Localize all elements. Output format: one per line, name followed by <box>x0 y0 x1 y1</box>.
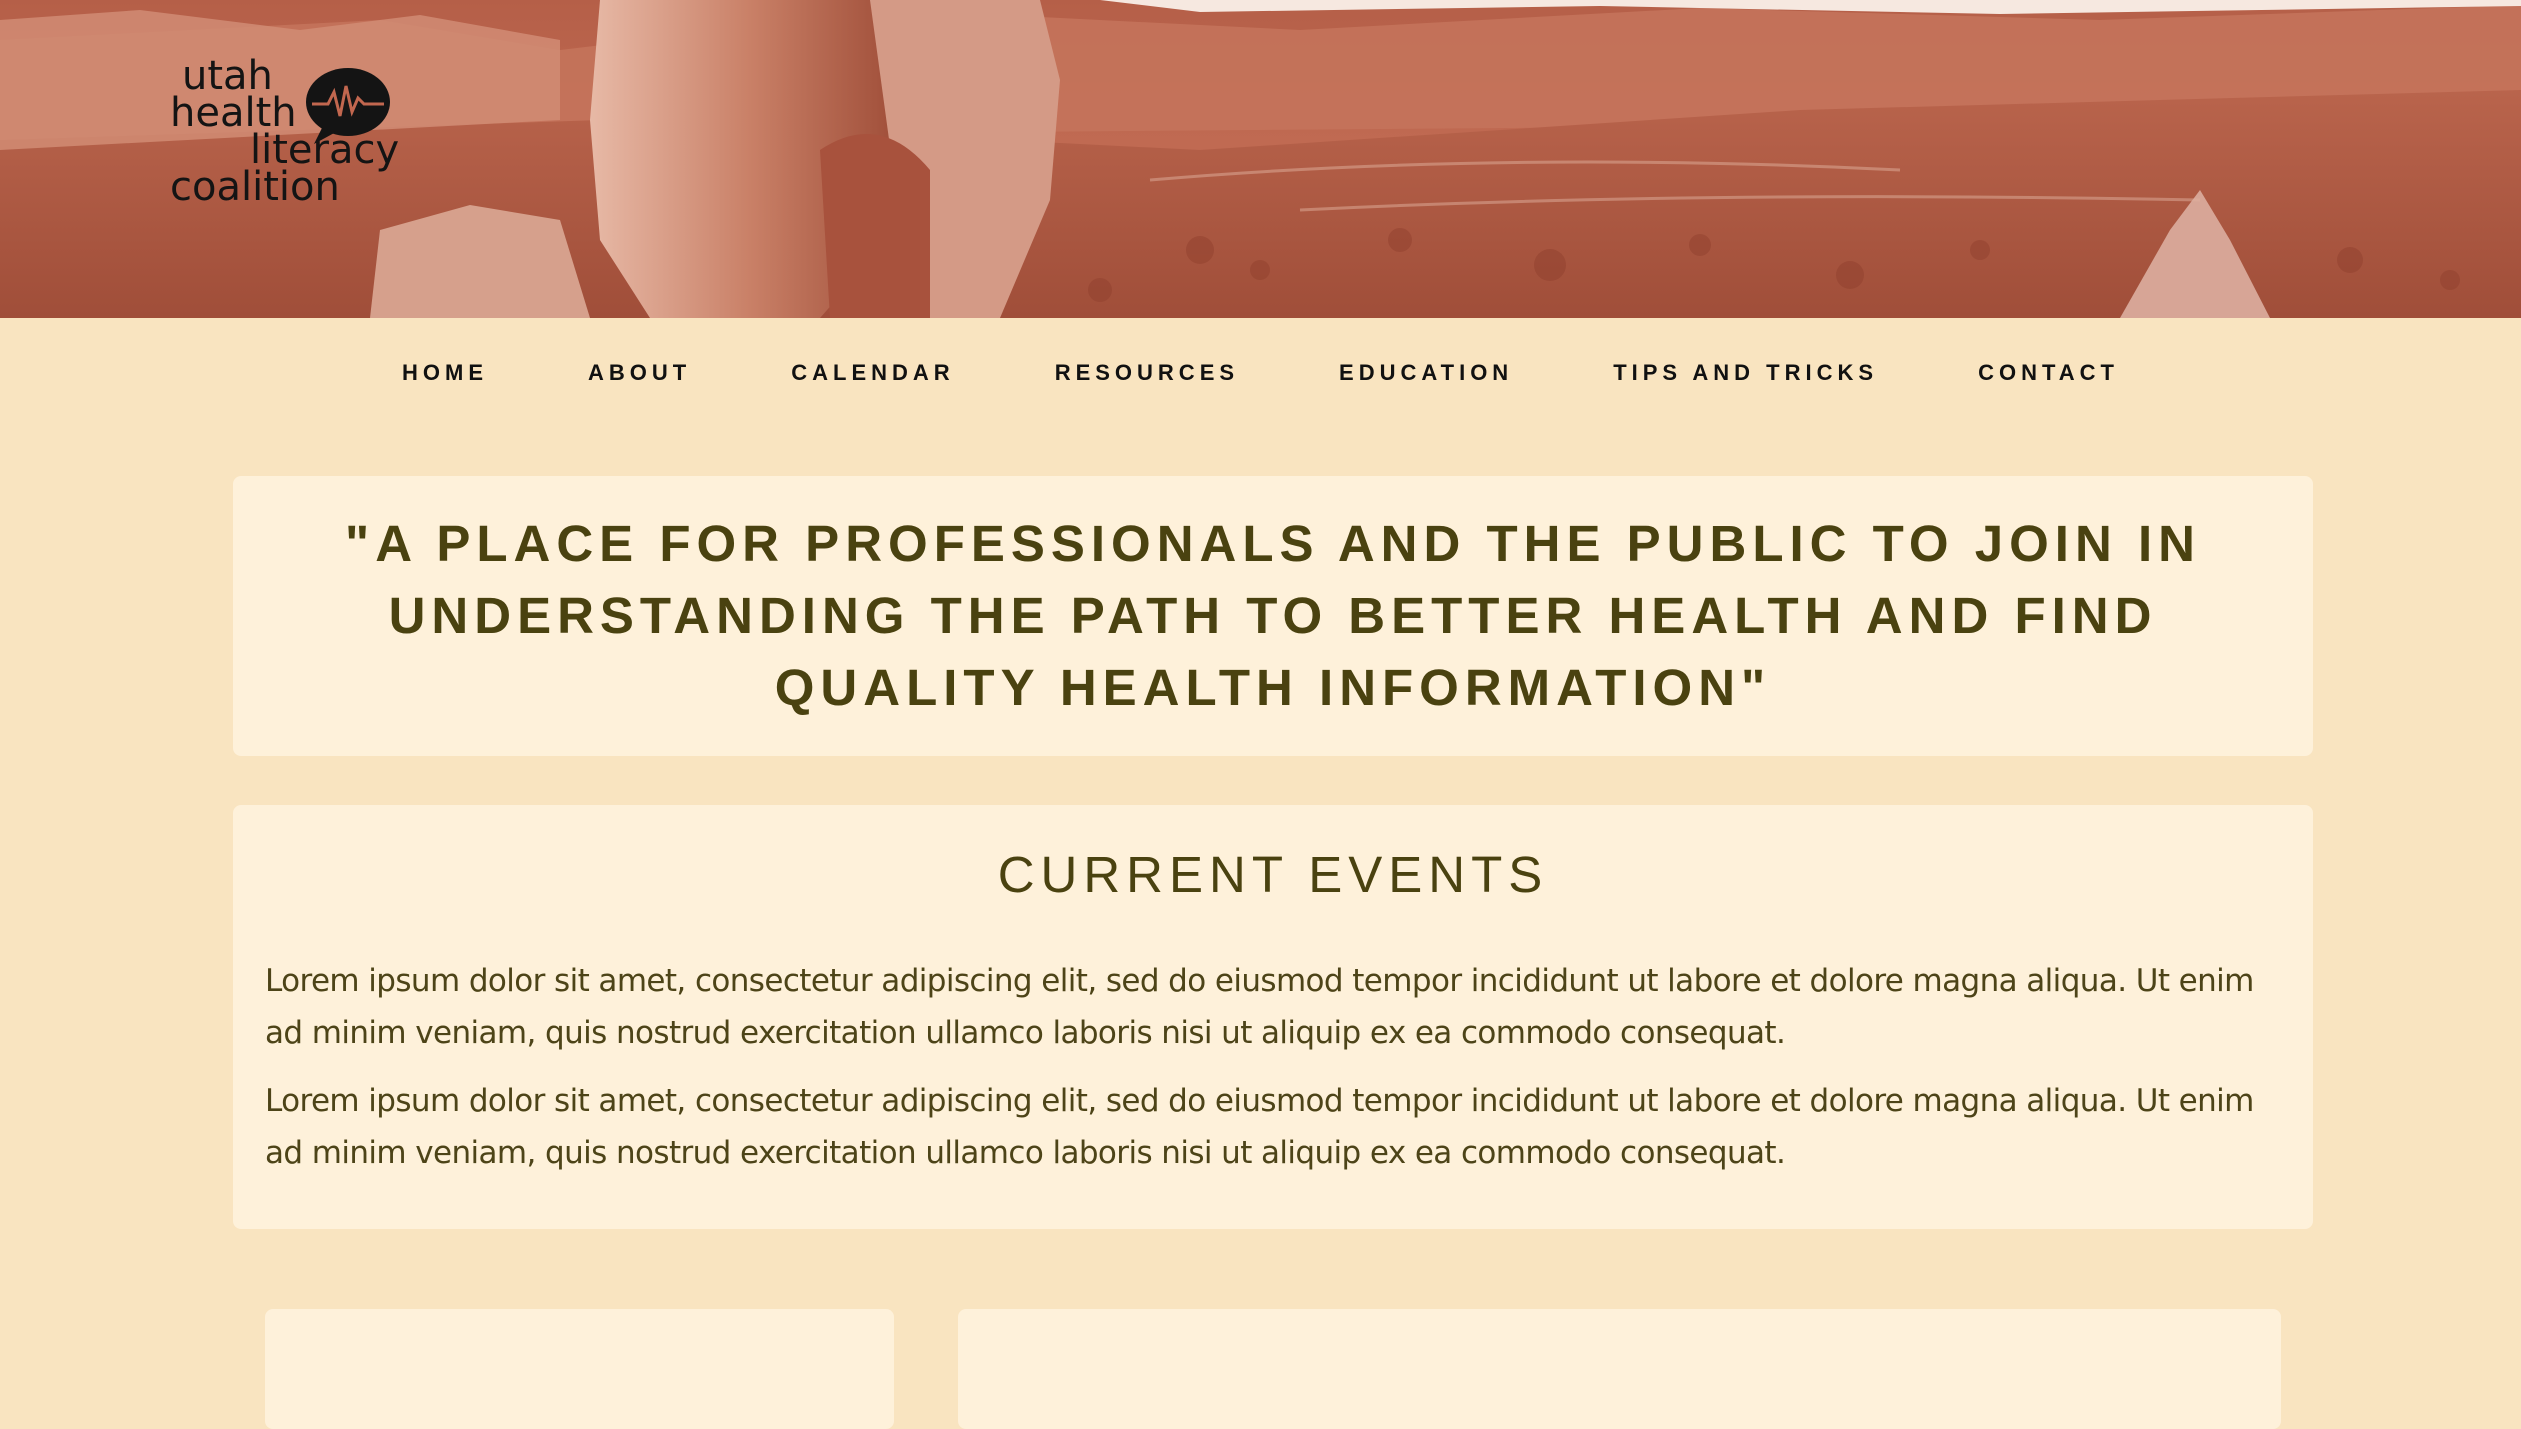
lower-left-card <box>265 1309 894 1429</box>
nav-item-resources[interactable]: RESOURCES <box>1055 360 1239 386</box>
lower-right-card <box>958 1309 2281 1429</box>
current-events-title: CURRENT EVENTS <box>997 846 1549 903</box>
current-events-body: Lorem ipsum dolor sit amet, consectetur … <box>265 955 2285 1195</box>
heartbeat-speech-bubble-icon <box>306 68 390 144</box>
site-logo[interactable]: utah health literacy coalition <box>170 56 410 218</box>
current-events-card: CURRENT EVENTS Lorem ipsum dolor sit ame… <box>233 805 2313 1229</box>
nav-item-tips-and-tricks[interactable]: TIPS AND TRICKS <box>1613 360 1878 386</box>
mission-quote: "A PLACE FOR PROFESSIONALS AND THE PUBLI… <box>345 515 2201 716</box>
nav-item-contact[interactable]: CONTACT <box>1978 360 2119 386</box>
nav-item-calendar[interactable]: CALENDAR <box>791 360 954 386</box>
nav-item-home[interactable]: HOME <box>402 360 488 386</box>
mission-quote-card: "A PLACE FOR PROFESSIONALS AND THE PUBLI… <box>233 476 2313 756</box>
events-paragraph: Lorem ipsum dolor sit amet, consectetur … <box>265 1083 2254 1171</box>
hero-banner: utah health literacy coalition <box>0 0 2521 318</box>
nav-item-about[interactable]: ABOUT <box>588 360 691 386</box>
main-navigation: HOME ABOUT CALENDAR RESOURCES EDUCATION … <box>0 318 2521 428</box>
events-paragraph: Lorem ipsum dolor sit amet, consectetur … <box>265 963 2254 1051</box>
logo-line-4: coalition <box>170 164 340 210</box>
nav-item-education[interactable]: EDUCATION <box>1339 360 1513 386</box>
